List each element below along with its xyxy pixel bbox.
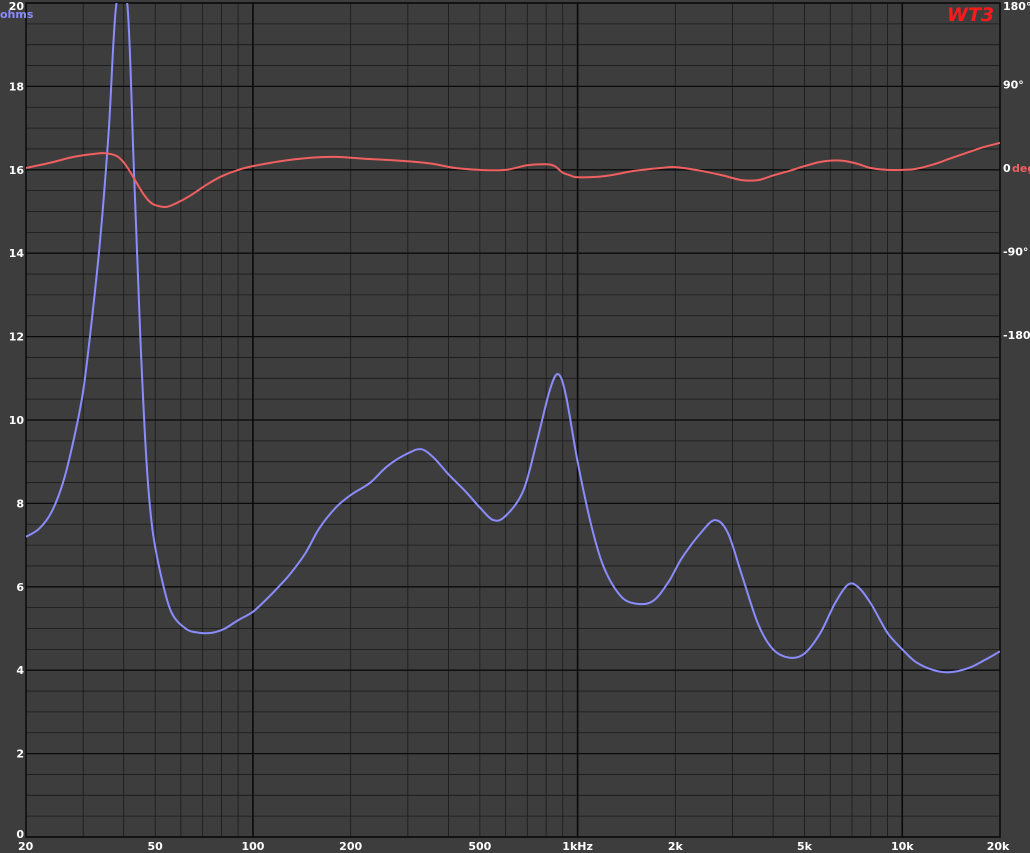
x-tick-label: 200 [339, 840, 362, 853]
y-left-tick-label: 20 [9, 0, 25, 13]
y-left-tick-label: 8 [16, 497, 24, 510]
x-tick-label: 1kHz [562, 840, 593, 853]
y-left-tick-label: 18 [9, 80, 24, 93]
y-right-tick-label: -90° [1003, 246, 1028, 259]
y-left-tick-label: 10 [9, 414, 25, 427]
y-left-tick-label: 0 [16, 828, 24, 841]
y-left-tick-label: 2 [16, 748, 24, 761]
y-left-tick-label: 14 [9, 247, 25, 260]
y-right-tick-label: 0 [1003, 162, 1011, 175]
x-tick-label: 100 [241, 840, 264, 853]
y-right-tick-label: 180° [1003, 0, 1030, 13]
y-left-tick-label: 12 [9, 331, 24, 344]
y-left-tick-label: 6 [16, 581, 24, 594]
x-tick-label: 5k [797, 840, 813, 853]
y-right-tick-label: 90° [1003, 79, 1024, 92]
impedance-phase-chart: ohms deg WT3 20501002005001kHz2k5k10k20k… [0, 0, 1030, 853]
y-left-tick-label: 4 [16, 664, 24, 677]
x-tick-label: 500 [468, 840, 491, 853]
x-tick-label: 20k [987, 840, 1010, 853]
x-tick-label: 20 [18, 840, 34, 853]
x-tick-label: 50 [148, 840, 164, 853]
x-tick-label: 10k [891, 840, 914, 853]
y-right-tick-label: -180° [1003, 329, 1030, 342]
x-tick-label: 2k [668, 840, 684, 853]
brand-logo: WT3 [947, 4, 994, 26]
y-left-tick-label: 16 [9, 164, 25, 177]
right-axis-title: deg [1012, 162, 1030, 175]
